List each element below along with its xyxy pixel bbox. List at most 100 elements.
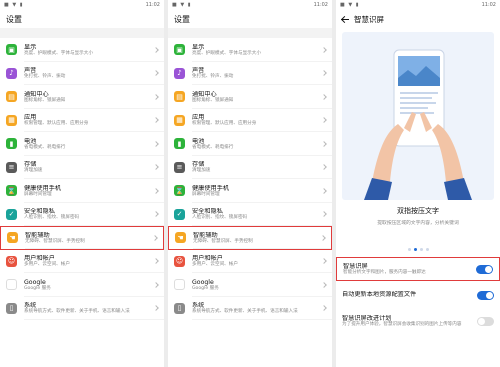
settings-item-text: 智能辅助 无障碍、智慧识屏、手势控制 bbox=[193, 232, 331, 244]
storage-icon: ≡ bbox=[174, 161, 185, 173]
page-dot[interactable] bbox=[425, 248, 429, 251]
settings-item-subtitle: 清理加速 bbox=[192, 168, 211, 174]
page-dot[interactable] bbox=[419, 248, 423, 251]
toggle-setting-title: 智慧识屏改进计划 bbox=[342, 314, 392, 322]
settings-item-subtitle: 省电模式、耗电排行 bbox=[192, 144, 234, 150]
page-title: 设置 bbox=[6, 14, 22, 24]
hand-icon: ☚ bbox=[7, 232, 18, 244]
settings-item[interactable]: G Google Google 服务 bbox=[168, 273, 332, 297]
settings-list: ▣ 显示 亮度、护眼模式、字体与显示大小 ♪ 声音 免打扰、铃声、振动 ▤ 通知中心 图标角标、… bbox=[0, 38, 164, 320]
divider bbox=[25, 247, 163, 249]
settings-item-title: 通知中心 bbox=[24, 90, 49, 98]
settings-item-subtitle: 图标角标、锁屏通知 bbox=[192, 97, 234, 103]
settings-item-subtitle: 系统导航方式、软件更新、关于手机、语言和输入法 bbox=[192, 309, 298, 315]
settings-panel-1: ■ ▼ ▮ 11:02 设置 ▣ 显示 亮度、护眼模式、字体与显示大小 ♪ 声音 免打扰、… bbox=[0, 0, 164, 367]
settings-item[interactable]: ▤ 通知中心 图标角标、锁屏通知 bbox=[168, 85, 332, 109]
display-icon: ▣ bbox=[6, 44, 17, 56]
settings-item[interactable]: ▣ 显示 亮度、护眼模式、字体与显示大小 bbox=[0, 38, 164, 62]
settings-item-subtitle: 多用户、云空间、帐户 bbox=[192, 262, 238, 268]
shield-icon: ✓ bbox=[174, 208, 185, 220]
settings-item-text: 存储 清理加速 bbox=[192, 161, 332, 173]
storage-icon: ≡ bbox=[6, 161, 17, 173]
settings-item-title: 存储 bbox=[24, 161, 37, 169]
status-indicators: ■ ▼ ▮ bbox=[172, 2, 192, 8]
settings-item-subtitle: 无障碍、智慧识屏、手势控制 bbox=[193, 238, 253, 244]
divider bbox=[192, 319, 332, 320]
apps-icon: ▦ bbox=[6, 114, 17, 126]
status-indicators: ■ ▼ ▮ bbox=[340, 2, 360, 8]
settings-item-title: Google bbox=[24, 278, 46, 286]
display-icon: ▣ bbox=[174, 44, 185, 56]
screenshot-collage: ■ ▼ ▮ 11:02 设置 ▣ 显示 亮度、护眼模式、字体与显示大小 ♪ 声音 免打扰、… bbox=[0, 0, 500, 367]
notification-icon: ▤ bbox=[6, 91, 17, 103]
settings-item-subtitle: Google 服务 bbox=[192, 285, 219, 291]
settings-item[interactable]: ▯ 系统 系统导航方式、软件更新、关于手机、语言和输入法 bbox=[168, 297, 332, 320]
toggle-setting-text: 智慧识屏 智能分析文字和图片，服务内容一触即达 bbox=[343, 263, 476, 276]
settings-item[interactable]: ▤ 通知中心 图标角标、锁屏通知 bbox=[0, 85, 164, 109]
toggle-switch[interactable] bbox=[477, 316, 494, 326]
page-dot[interactable] bbox=[407, 248, 411, 251]
page-title: 设置 bbox=[174, 14, 190, 24]
search-band bbox=[0, 28, 164, 38]
settings-item[interactable]: ▮ 电池 省电模式、耗电排行 bbox=[168, 132, 332, 156]
settings-item[interactable]: ☚ 智能辅助 无障碍、智慧识屏、手势控制 bbox=[168, 226, 332, 250]
status-bar: ■ ▼ ▮ 11:02 bbox=[336, 0, 500, 10]
settings-item-text: 显示 亮度、护眼模式、字体与显示大小 bbox=[24, 44, 164, 56]
settings-item-text: 健康使用手机 屏幕时间管理 bbox=[192, 185, 332, 197]
page-header: 智慧识屏 bbox=[336, 10, 500, 28]
settings-item-text: Google Google 服务 bbox=[24, 279, 164, 291]
back-arrow-icon[interactable] bbox=[340, 14, 350, 24]
settings-item-text: 用户和帐户 多用户、云空间、帐户 bbox=[192, 255, 332, 267]
settings-item-subtitle: 人脸识别、指纹、锁屏密码 bbox=[192, 215, 248, 221]
settings-item[interactable]: ⌛ 健康使用手机 屏幕时间管理 bbox=[0, 179, 164, 203]
settings-item[interactable]: ♪ 声音 免打扰、铃声、振动 bbox=[168, 62, 332, 85]
feature-settings-list: 智慧识屏 智能分析文字和图片，服务内容一触即达 自动更新本地资源配置文件 智慧识屏改进… bbox=[336, 257, 500, 333]
settings-item[interactable]: ▦ 应用 权限管理、默认应用、应用分身 bbox=[0, 109, 164, 132]
settings-item-text: 声音 免打扰、铃声、振动 bbox=[192, 67, 332, 79]
settings-item[interactable]: G Google Google 服务 bbox=[0, 273, 164, 297]
page-dot-active[interactable] bbox=[413, 248, 417, 251]
settings-item[interactable]: ✓ 安全和隐私 人脸识别、指纹、锁屏密码 bbox=[168, 203, 332, 226]
settings-item-text: 智能辅助 无障碍、智慧识屏、手势控制 bbox=[25, 232, 163, 244]
settings-item-text: 存储 清理加速 bbox=[24, 161, 164, 173]
settings-item-subtitle: 免打扰、铃声、振动 bbox=[192, 74, 234, 80]
settings-item-text: 系统 系统导航方式、软件更新、关于手机、语言和输入法 bbox=[192, 302, 332, 314]
settings-item[interactable]: ☺ 用户和帐户 多用户、云空间、帐户 bbox=[168, 250, 332, 273]
system-icon: ▯ bbox=[174, 302, 185, 314]
settings-item-title: 健康使用手机 bbox=[24, 184, 62, 192]
feature-description: 提取按压区域的文字内容，分析关键词 bbox=[377, 221, 459, 226]
settings-item-text: 应用 权限管理、默认应用、应用分身 bbox=[24, 114, 164, 126]
settings-item-text: 安全和隐私 人脸识别、指纹、锁屏密码 bbox=[24, 208, 164, 220]
settings-item[interactable]: ✓ 安全和隐私 人脸识别、指纹、锁屏密码 bbox=[0, 203, 164, 226]
settings-item[interactable]: ▦ 应用 权限管理、默认应用、应用分身 bbox=[168, 109, 332, 132]
settings-item-title: 显示 bbox=[192, 43, 205, 51]
settings-item-subtitle: 权限管理、默认应用、应用分身 bbox=[24, 121, 89, 127]
settings-item[interactable]: ▯ 系统 系统导航方式、软件更新、关于手机、语言和输入法 bbox=[0, 297, 164, 320]
toggle-setting-text: 智慧识屏改进计划 为了提升用户体验，智慧识屏会收集识别的图片上传等内容 bbox=[342, 315, 477, 328]
settings-item-subtitle: 图标角标、锁屏通知 bbox=[24, 97, 66, 103]
settings-item[interactable]: ▣ 显示 亮度、护眼模式、字体与显示大小 bbox=[168, 38, 332, 62]
settings-item[interactable]: ☚ 智能辅助 无障碍、智慧识屏、手势控制 bbox=[0, 226, 164, 250]
settings-item-subtitle: 亮度、护眼模式、字体与显示大小 bbox=[192, 50, 261, 56]
settings-item[interactable]: ☺ 用户和帐户 多用户、云空间、帐户 bbox=[0, 250, 164, 273]
settings-item-subtitle: 清理加速 bbox=[24, 168, 43, 174]
settings-item[interactable]: ♪ 声音 免打扰、铃声、振动 bbox=[0, 62, 164, 85]
settings-item[interactable]: ⌛ 健康使用手机 屏幕时间管理 bbox=[168, 179, 332, 203]
settings-item-subtitle: 人脸识别、指纹、锁屏密码 bbox=[24, 215, 80, 221]
toggle-switch[interactable] bbox=[476, 264, 493, 274]
page-title: 智慧识屏 bbox=[354, 14, 384, 24]
settings-item-subtitle: 屏幕时间管理 bbox=[24, 191, 52, 197]
toggle-setting-subtitle: 智能分析文字和图片，服务内容一触即达 bbox=[343, 269, 426, 275]
user-icon: ☺ bbox=[174, 255, 185, 267]
user-icon: ☺ bbox=[6, 255, 17, 267]
settings-item-text: 安全和隐私 人脸识别、指纹、锁屏密码 bbox=[192, 208, 332, 220]
toggle-switch[interactable] bbox=[477, 290, 494, 300]
settings-list: ▣ 显示 亮度、护眼模式、字体与显示大小 ♪ 声音 免打扰、铃声、振动 ▤ 通知中心 图标角标、… bbox=[168, 38, 332, 320]
divider bbox=[24, 319, 164, 320]
toggle-setting-row: 智慧识屏改进计划 为了提升用户体验，智慧识屏会收集识别的图片上传等内容 bbox=[336, 309, 500, 333]
settings-item[interactable]: ≡ 存储 清理加速 bbox=[168, 156, 332, 179]
page-indicator bbox=[336, 248, 500, 251]
settings-item[interactable]: ≡ 存储 清理加速 bbox=[0, 156, 164, 179]
illustration-graphic bbox=[364, 49, 472, 200]
settings-item[interactable]: ▮ 电池 省电模式、耗电排行 bbox=[0, 132, 164, 156]
